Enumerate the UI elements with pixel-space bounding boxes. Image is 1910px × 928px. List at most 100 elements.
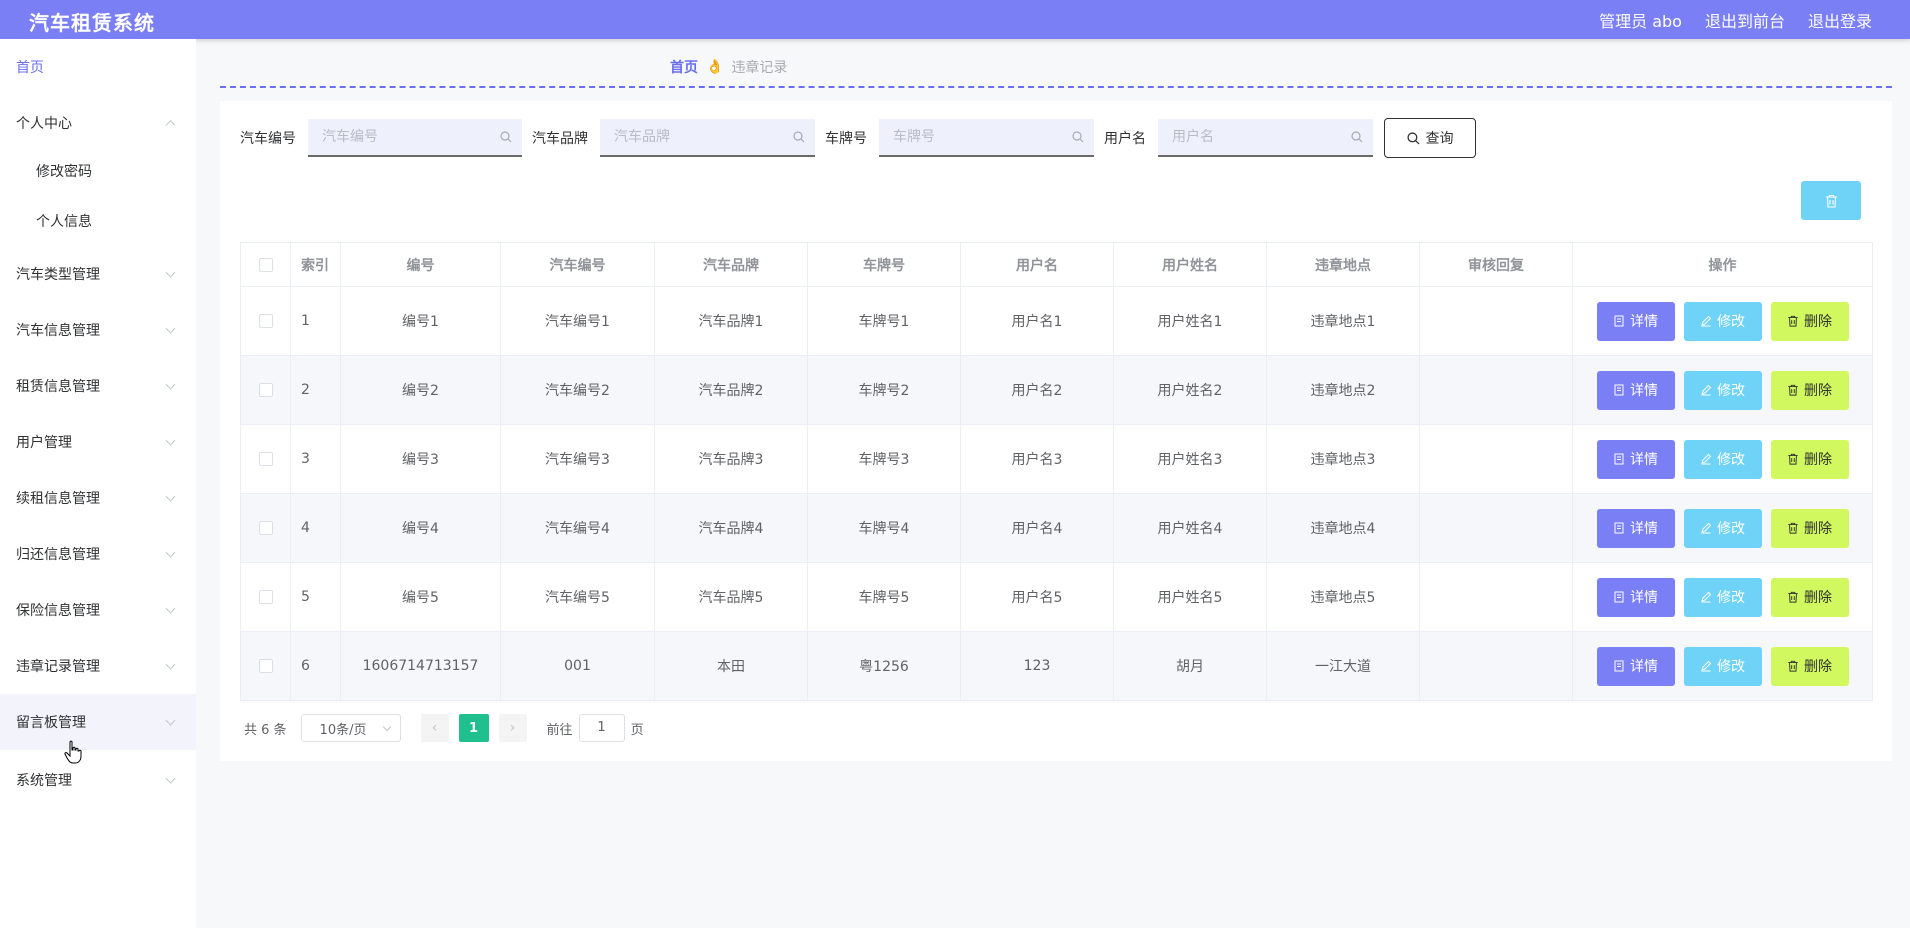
cell-no: 编号3 [340,424,501,494]
cell-reply [1419,286,1573,356]
sidebar-item-message-board[interactable]: 留言板管理 [0,694,196,750]
table-row: 2 编号2 汽车编号2 汽车品牌2 车牌号2 用户名2 用户姓名2 违章地点2 详情 修改 删除 [240,355,1873,425]
delete-label: 删除 [1804,659,1832,675]
cell-location: 违章地点4 [1266,493,1420,563]
page-jump: 前往 1 页 [547,714,644,742]
row-checkbox[interactable] [258,659,273,673]
page-size-select[interactable]: 10条/页 [300,714,401,742]
hand-cursor-icon [64,740,82,764]
page-number-button[interactable]: 1 [458,714,489,742]
sidebar-item-rental-info[interactable]: 租赁信息管理 [0,358,196,414]
batch-delete-button[interactable] [1801,181,1861,220]
edit-label: 修改 [1717,590,1745,606]
detail-button[interactable]: 详情 [1596,508,1675,548]
sidebar-item-insurance-info[interactable]: 保险信息管理 [0,582,196,638]
prev-page-button[interactable]: ‹ [420,714,449,742]
cell-realname: 胡月 [1113,631,1267,701]
detail-button[interactable]: 详情 [1596,370,1675,410]
cell-car-no: 汽车编号4 [500,493,655,563]
delete-button[interactable]: 删除 [1770,439,1849,479]
delete-button[interactable]: 删除 [1770,577,1849,617]
cell-brand: 汽车品牌3 [654,424,808,494]
sidebar-item-home[interactable]: 首页 [0,39,196,95]
detail-button[interactable]: 详情 [1596,577,1675,617]
select-all-checkbox[interactable] [258,257,273,272]
column-header: 索引 [290,242,341,287]
car-no-input[interactable] [308,119,522,155]
cell-username: 用户名5 [960,562,1114,632]
delete-button[interactable]: 删除 [1770,646,1849,686]
row-checkbox[interactable] [258,452,273,466]
cell-username: 用户名1 [960,286,1114,356]
car-no-label: 汽车编号 [240,131,296,147]
sidebar-item-return-info[interactable]: 归还信息管理 [0,526,196,582]
row-checkbox[interactable] [258,590,273,604]
table-row: 4 编号4 汽车编号4 汽车品牌4 车牌号4 用户名4 用户姓名4 违章地点4 详情 修改 删除 [240,493,1873,563]
detail-button[interactable]: 详情 [1596,646,1675,686]
edit-button[interactable]: 修改 [1683,370,1762,410]
sidebar-item-label: 汽车类型管理 [16,267,100,283]
cell-car-no: 汽车编号3 [500,424,655,494]
edit-button[interactable]: 修改 [1683,646,1762,686]
edit-button[interactable]: 修改 [1683,301,1762,341]
logout-link[interactable]: 退出登录 [1808,8,1872,32]
row-select-cell [240,286,291,356]
edit-button[interactable]: 修改 [1683,508,1762,548]
actions-cell: 详情 修改 删除 [1572,562,1873,632]
sidebar-item-system[interactable]: 系统管理 [0,752,196,808]
back-to-front-link[interactable]: 退出到前台 [1705,8,1785,32]
chevron-left-icon: ‹ [431,720,438,736]
breadcrumb-home[interactable]: 首页 [670,57,698,77]
delete-button[interactable]: 删除 [1770,508,1849,548]
sidebar-item-car-type[interactable]: 汽车类型管理 [0,246,196,302]
cell-realname: 用户姓名2 [1113,355,1267,425]
username-input[interactable] [1158,119,1373,155]
sidebar-item-personal-info[interactable]: 个人信息 [0,196,196,246]
detail-button[interactable]: 详情 [1596,301,1675,341]
plate-input[interactable] [879,119,1094,155]
detail-button[interactable]: 详情 [1596,439,1675,479]
sidebar-item-personal-center[interactable]: 个人中心 [0,95,196,151]
edit-button[interactable]: 修改 [1683,439,1762,479]
search-icon [500,131,512,143]
car-brand-input[interactable] [600,119,815,155]
actions-cell: 详情 修改 删除 [1572,355,1873,425]
delete-button[interactable]: 删除 [1770,301,1849,341]
sidebar-item-label: 汽车信息管理 [16,323,100,339]
sidebar-item-label: 归还信息管理 [16,547,100,563]
violation-table: 索引 编号 汽车编号 汽车品牌 车牌号 用户名 用户姓名 违章地点 审核回复 操… [240,242,1873,701]
document-icon [1614,591,1624,603]
sidebar-item-label: 系统管理 [16,773,72,789]
top-links: 管理员 abo 退出到前台 退出登录 [1599,8,1872,32]
row-checkbox[interactable] [258,521,273,535]
cell-plate: 车牌号4 [807,493,961,563]
sidebar-item-car-info[interactable]: 汽车信息管理 [0,302,196,358]
delete-button[interactable]: 删除 [1770,370,1849,410]
sidebar-item-change-password[interactable]: 修改密码 [0,146,196,196]
query-button[interactable]: 查询 [1384,118,1476,158]
sidebar-item-users[interactable]: 用户管理 [0,414,196,470]
plate-field [879,119,1094,157]
pencil-icon [1701,660,1712,672]
sidebar-item-violation-records[interactable]: 违章记录管理 [0,638,196,694]
cell-index: 6 [290,631,341,701]
cell-no: 编号1 [340,286,501,356]
goto-page-input[interactable]: 1 [578,714,625,742]
sidebar-item-renewal-info[interactable]: 续租信息管理 [0,470,196,526]
cell-brand: 汽车品牌2 [654,355,808,425]
delete-label: 删除 [1804,383,1832,399]
column-header: 用户姓名 [1113,242,1267,287]
car-no-field [308,119,522,157]
delete-label: 删除 [1804,452,1832,468]
cell-index: 4 [290,493,341,563]
pagination: 共 6 条 10条/页 ‹ 1 › 前往 1 页 [244,714,644,742]
sidebar-item-label: 租赁信息管理 [16,379,100,395]
edit-label: 修改 [1717,383,1745,399]
row-checkbox[interactable] [258,314,273,328]
row-checkbox[interactable] [258,383,273,397]
edit-button[interactable]: 修改 [1683,577,1762,617]
column-header: 违章地点 [1266,242,1420,287]
cell-index: 3 [290,424,341,494]
next-page-button[interactable]: › [498,714,527,742]
page-size-value: 10条/页 [319,722,367,738]
